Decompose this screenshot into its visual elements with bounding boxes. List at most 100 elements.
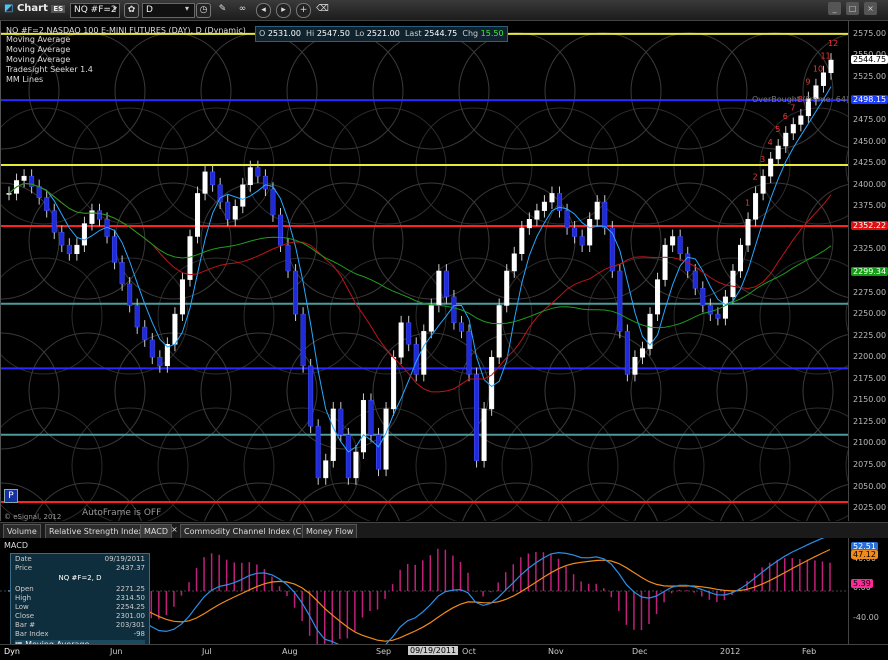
price-tick-label: 2125.00 bbox=[853, 416, 887, 426]
candle-up bbox=[760, 175, 766, 194]
mm-circle bbox=[0, 332, 60, 450]
interval-dropdown-icon[interactable]: ▾ bbox=[185, 4, 189, 13]
time-axis[interactable]: Dyn Jun Jul Aug Sep 09/19/2011 Oct Nov D… bbox=[0, 644, 888, 660]
price-tick-label: 2475.00 bbox=[853, 115, 887, 125]
candle-down bbox=[127, 283, 133, 306]
candle-up bbox=[428, 305, 434, 332]
close-button[interactable]: × bbox=[864, 2, 877, 15]
study-tab-bar: Volume Relative Strength Index MACD × Co… bbox=[0, 522, 888, 539]
last-price-tag: 2544.75 bbox=[851, 55, 888, 64]
candle-down bbox=[700, 287, 706, 306]
candle-up bbox=[504, 270, 510, 306]
macd-title: MACD bbox=[4, 541, 28, 550]
candle-down bbox=[149, 339, 155, 358]
mm-circle bbox=[630, 332, 748, 450]
data-row-bar-index: Bar Index -98 bbox=[15, 630, 145, 638]
candle-up bbox=[783, 132, 789, 147]
data-row-low: Low 2254.25 bbox=[15, 603, 145, 611]
study-label-mm-lines[interactable]: MM Lines bbox=[6, 75, 43, 84]
candle-down bbox=[345, 434, 351, 479]
p-button[interactable]: P bbox=[4, 489, 18, 503]
candle-down bbox=[368, 400, 374, 436]
price-tick-label: 2050.00 bbox=[853, 481, 887, 491]
chart-toolbar: ◩ Chart ES NQ #F=2 ▾ ✿ D ▾ ◷ ✎ ∞ ◂ ▸ + ⌫… bbox=[0, 0, 888, 21]
tab-money-flow[interactable]: Money Flow bbox=[302, 524, 358, 539]
tab-volume[interactable]: Volume bbox=[3, 524, 41, 539]
plus-icon[interactable]: + bbox=[296, 3, 311, 18]
seeker-count-label: 10 bbox=[813, 65, 823, 74]
symbol-dropdown-icon[interactable]: ▾ bbox=[113, 4, 117, 13]
eraser-icon[interactable]: ⌫ bbox=[316, 3, 329, 16]
mm-circle bbox=[200, 32, 318, 150]
study-label-seeker[interactable]: Tradesight Seeker 1.4 bbox=[6, 65, 93, 74]
maximize-button[interactable]: □ bbox=[846, 2, 859, 15]
candle-down bbox=[277, 214, 283, 246]
candle-up bbox=[519, 227, 525, 255]
candle-down bbox=[59, 231, 65, 246]
data-row-price: Price 2437.37 bbox=[15, 564, 145, 572]
gear-icon[interactable]: ✿ bbox=[124, 3, 139, 18]
candle-down bbox=[413, 344, 419, 375]
price-tick-label: 2200.00 bbox=[853, 352, 887, 362]
dyn-label[interactable]: Dyn bbox=[4, 647, 20, 656]
study-label-ma1[interactable]: Moving Average bbox=[6, 35, 70, 44]
mm-circle bbox=[630, 182, 748, 300]
back-icon[interactable]: ◂ bbox=[256, 3, 271, 18]
candle-up bbox=[330, 408, 336, 461]
candle-down bbox=[564, 210, 570, 229]
mm-circle bbox=[501, 407, 619, 525]
price-chart[interactable]: 12 11 10 9 8 7 6 5 4 3 2 1 bbox=[0, 21, 888, 660]
play-icon[interactable]: ▸ bbox=[276, 3, 291, 18]
month-label-dec: Dec bbox=[632, 647, 648, 656]
mm-circle bbox=[501, 257, 619, 375]
month-label-jul: Jul bbox=[202, 647, 212, 656]
candle-up bbox=[670, 236, 676, 246]
candle-up bbox=[798, 115, 804, 125]
candle-down bbox=[474, 374, 480, 461]
data-row-open: Open 2271.25 bbox=[15, 585, 145, 593]
tab-macd[interactable]: MACD bbox=[140, 524, 172, 539]
candle-down bbox=[692, 270, 698, 289]
study-label-ma2[interactable]: Moving Average bbox=[6, 45, 70, 54]
candle-up bbox=[202, 171, 208, 194]
month-label-sep: Sep bbox=[376, 647, 392, 656]
study-label-ma3[interactable]: Moving Average bbox=[6, 55, 70, 64]
data-row-bar-number: Bar #203/301 bbox=[15, 621, 145, 629]
mm-circle bbox=[372, 332, 490, 450]
chg-label: Chg bbox=[462, 29, 479, 38]
candle-up bbox=[541, 201, 547, 211]
price-tick-label: 2175.00 bbox=[853, 373, 887, 383]
price-tick-label: 2075.00 bbox=[853, 459, 887, 469]
high-value: 2547.50 bbox=[316, 29, 350, 38]
seeker-count-label: 12 bbox=[828, 39, 838, 48]
close-tab-icon[interactable]: × bbox=[171, 525, 178, 534]
pencil-icon[interactable]: ✎ bbox=[216, 3, 229, 16]
candle-up bbox=[768, 158, 774, 177]
price-tick-label: 2450.00 bbox=[853, 136, 887, 146]
candle-down bbox=[285, 244, 291, 272]
seeker-count-label: 7 bbox=[790, 103, 795, 112]
high-label: Hi bbox=[306, 29, 315, 38]
candle-down bbox=[96, 210, 103, 220]
tab-rsi[interactable]: Relative Strength Index bbox=[45, 524, 147, 539]
link-icon[interactable]: ∞ bbox=[236, 3, 249, 16]
mm-circle bbox=[28, 332, 146, 450]
minimize-button[interactable]: _ bbox=[828, 2, 841, 15]
mm-circle bbox=[544, 32, 662, 150]
seeker-count-label: 3 bbox=[760, 155, 765, 164]
candle-down bbox=[134, 305, 140, 328]
clock-icon[interactable]: ◷ bbox=[196, 3, 211, 18]
candle-up bbox=[737, 244, 744, 272]
price-axis[interactable]: 2575.002550.002525.002500.002475.002450.… bbox=[848, 21, 888, 521]
low-value: 2521.00 bbox=[366, 29, 400, 38]
candle-down bbox=[142, 326, 148, 341]
candle-up bbox=[360, 400, 366, 453]
candle-up bbox=[549, 193, 555, 203]
tab-cci[interactable]: Commodity Channel Index (CCI) bbox=[180, 524, 317, 539]
mm-circle bbox=[415, 107, 533, 225]
candle-up bbox=[820, 72, 826, 86]
data-window[interactable]: Date 09/19/2011 Price 2437.37 NQ #F=2, D O… bbox=[10, 553, 150, 651]
seeker-count-label: 5 bbox=[775, 125, 780, 134]
mm-circle bbox=[200, 332, 318, 450]
candle-up bbox=[323, 460, 329, 479]
